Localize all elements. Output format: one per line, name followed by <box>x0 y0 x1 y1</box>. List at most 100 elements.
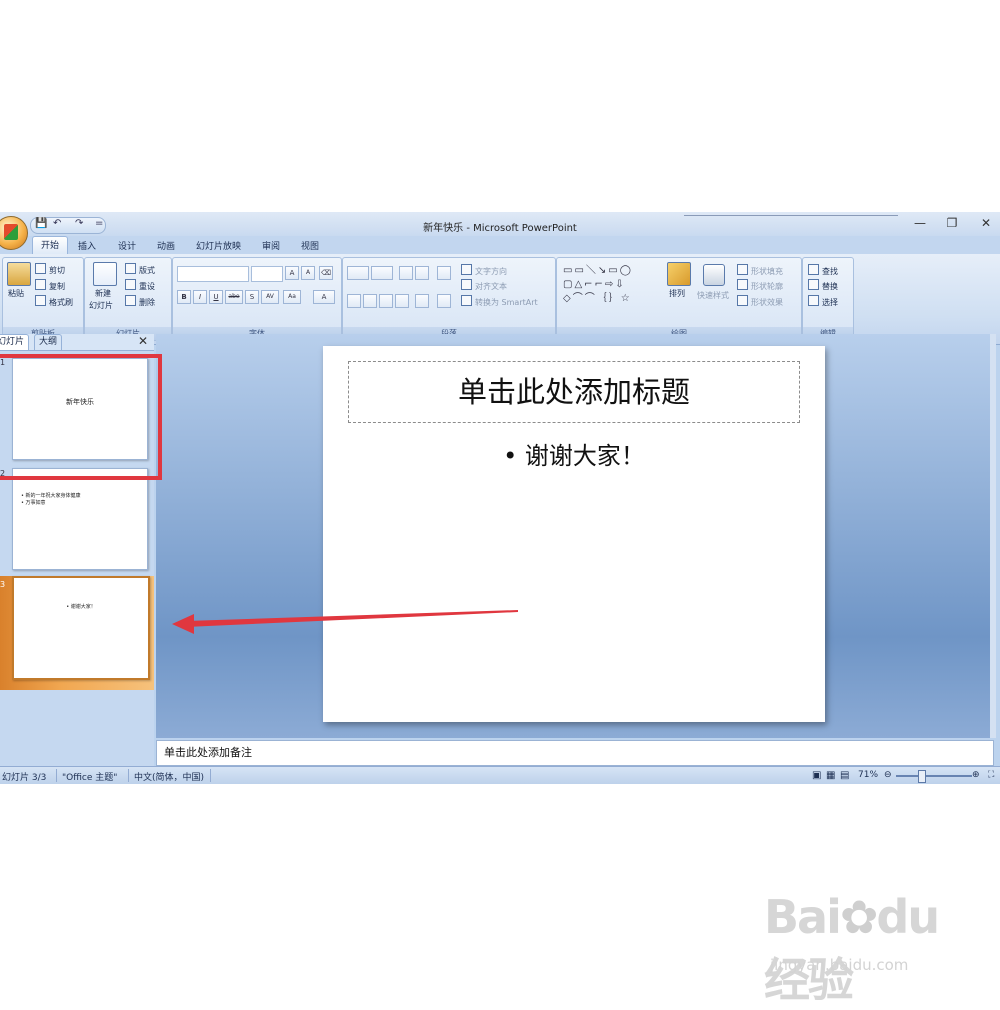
strikethrough-button[interactable]: abe <box>225 290 243 304</box>
char-spacing-button[interactable]: AV <box>261 290 279 304</box>
decrease-indent-button[interactable] <box>399 266 413 280</box>
restore-button[interactable]: ❐ <box>944 216 960 230</box>
layout-button[interactable]: 版式 <box>125 263 155 276</box>
reset-icon <box>125 279 136 290</box>
notes-pane[interactable]: 单击此处添加备注 <box>156 740 994 766</box>
bold-button[interactable]: B <box>177 290 191 304</box>
tab-design[interactable]: 设计 <box>118 239 136 252</box>
minimize-button[interactable]: — <box>912 216 928 230</box>
underline-button[interactable]: U <box>209 290 223 304</box>
tab-outline[interactable]: 大纲 <box>34 334 63 350</box>
arrange-button[interactable]: 排列 <box>669 288 685 299</box>
normal-view-icon[interactable]: ▣ <box>812 770 821 781</box>
slide-thumbnail-3[interactable]: • 谢谢大家！ <box>12 576 150 680</box>
fit-window-icon[interactable]: ⛶ <box>988 770 994 780</box>
numbering-button[interactable] <box>371 266 393 280</box>
cut-button[interactable]: 剪切 <box>35 263 65 276</box>
distributed-button[interactable] <box>415 294 429 308</box>
arrange-icon[interactable] <box>667 262 691 286</box>
tab-insert[interactable]: 插入 <box>78 239 96 252</box>
new-slide-label-2[interactable]: 幻灯片 <box>89 300 113 311</box>
shape-gallery-row-3[interactable]: ◇⌒⌒｛｝☆ <box>563 294 632 304</box>
zoom-slider-track[interactable] <box>896 775 972 777</box>
justify-button[interactable] <box>395 294 409 308</box>
smartart-button[interactable]: 转换为 SmartArt <box>461 295 538 308</box>
text-direction-label: 文字方向 <box>475 267 507 276</box>
zoom-level[interactable]: 71% <box>858 770 878 780</box>
ribbon-tabs: 开始 插入 设计 动画 幻灯片放映 审阅 视图 <box>0 236 1000 255</box>
tab-review[interactable]: 审阅 <box>262 239 280 252</box>
shape-outline-label: 形状轮廓 <box>751 282 783 291</box>
pane-close-button[interactable]: ✕ <box>138 334 148 349</box>
quick-styles-icon[interactable] <box>703 264 725 286</box>
replace-button[interactable]: 替换 <box>808 279 838 292</box>
text-shadow-button[interactable]: S <box>245 290 259 304</box>
powerpoint-window: 💾 ↶ ↷ = 新年快乐 - Microsoft PowerPoint — ❐ … <box>0 212 1000 784</box>
close-button[interactable]: ✕ <box>978 216 994 230</box>
line-spacing-button[interactable] <box>437 266 451 280</box>
reset-button[interactable]: 重设 <box>125 279 155 292</box>
font-color-button[interactable]: A <box>313 290 335 304</box>
zoom-slider-thumb[interactable] <box>918 770 926 783</box>
shrink-font-button[interactable]: A <box>301 266 315 280</box>
delete-slide-button[interactable]: 删除 <box>125 295 155 308</box>
paste-button[interactable]: 粘贴 <box>8 288 24 299</box>
office-logo-icon <box>4 224 18 240</box>
paste-icon[interactable] <box>7 262 31 286</box>
grow-font-button[interactable]: A <box>285 266 299 280</box>
shape-gallery-row-1[interactable]: ▭▭＼↘▭◯ <box>563 266 633 276</box>
slides-group: 新建 幻灯片 版式 重设 删除 幻灯片 <box>84 257 172 341</box>
increase-indent-button[interactable] <box>415 266 429 280</box>
title-placeholder[interactable]: 单击此处添加标题 <box>348 361 800 423</box>
quick-styles-button[interactable]: 快速样式 <box>697 290 729 301</box>
shape-effects-label: 形状效果 <box>751 298 783 307</box>
shape-outline-button[interactable]: 形状轮廓 <box>737 279 783 292</box>
smartart-icon <box>461 295 472 306</box>
slide-editing-area: 单击此处添加标题 • 谢谢大家！ <box>156 334 996 738</box>
current-slide[interactable]: 单击此处添加标题 • 谢谢大家！ <box>323 346 825 722</box>
window-title: 新年快乐 - Microsoft PowerPoint <box>423 223 577 234</box>
tab-animation[interactable]: 动画 <box>157 239 175 252</box>
slide-body-text[interactable]: • 谢谢大家！ <box>323 436 825 471</box>
slide-thumbnail-2[interactable]: • 新的一年祝大家身体健康 • 万事如意 <box>12 468 148 570</box>
vertical-scrollbar[interactable] <box>990 334 996 738</box>
shape-gallery-row-2[interactable]: ▢△⌐⌐⇨⇩ <box>563 280 626 290</box>
shape-fill-button[interactable]: 形状填充 <box>737 264 783 277</box>
bullets-button[interactable] <box>347 266 369 280</box>
new-slide-label-1[interactable]: 新建 <box>95 288 111 299</box>
new-slide-icon[interactable] <box>93 262 117 286</box>
find-button[interactable]: 查找 <box>808 264 838 277</box>
align-center-button[interactable] <box>363 294 377 308</box>
effects-icon <box>737 295 748 306</box>
align-text-button[interactable]: 对齐文本 <box>461 279 507 292</box>
tab-slides[interactable]: 幻灯片 <box>0 334 30 350</box>
copy-button[interactable]: 复制 <box>35 279 65 292</box>
zoom-in-icon[interactable]: ⊕ <box>972 770 980 780</box>
italic-button[interactable]: I <box>193 290 207 304</box>
copy-label: 复制 <box>49 282 65 291</box>
thumbnail-bullets: • 新的一年祝大家身体健康 • 万事如意 <box>21 493 81 507</box>
slideshow-view-icon[interactable]: ▤ <box>840 770 849 781</box>
reset-label: 重设 <box>139 282 155 291</box>
align-left-button[interactable] <box>347 294 361 308</box>
shape-effects-button[interactable]: 形状效果 <box>737 295 783 308</box>
change-case-button[interactable]: Aa <box>283 290 301 304</box>
columns-button[interactable] <box>437 294 451 308</box>
align-right-button[interactable] <box>379 294 393 308</box>
align-text-icon <box>461 279 472 290</box>
text-direction-button[interactable]: 文字方向 <box>461 264 507 277</box>
tab-slideshow[interactable]: 幻灯片放映 <box>196 239 241 252</box>
language: 中文(简体，中国) <box>134 773 205 783</box>
zoom-out-icon[interactable]: ⊖ <box>884 770 892 780</box>
font-name-combo[interactable] <box>177 266 249 282</box>
tab-view[interactable]: 视图 <box>301 239 319 252</box>
select-button[interactable]: 选择 <box>808 295 838 308</box>
format-painter-button[interactable]: 格式刷 <box>35 295 73 308</box>
clear-format-button[interactable]: ⌫ <box>319 266 333 280</box>
status-bar: 幻灯片 3/3 "Office 主题" 中文(简体，中国) ▣ ▦ ▤ 71% … <box>0 766 1000 784</box>
drawing-group: ▭▭＼↘▭◯ ▢△⌐⌐⇨⇩ ◇⌒⌒｛｝☆ 排列 快速样式 形状填充 形状轮廓 形… <box>556 257 802 341</box>
font-size-combo[interactable] <box>251 266 283 282</box>
tab-home[interactable]: 开始 <box>32 236 69 255</box>
slide-sorter-icon[interactable]: ▦ <box>826 770 835 781</box>
thumbnail-bullet: • 谢谢大家！ <box>66 604 96 610</box>
